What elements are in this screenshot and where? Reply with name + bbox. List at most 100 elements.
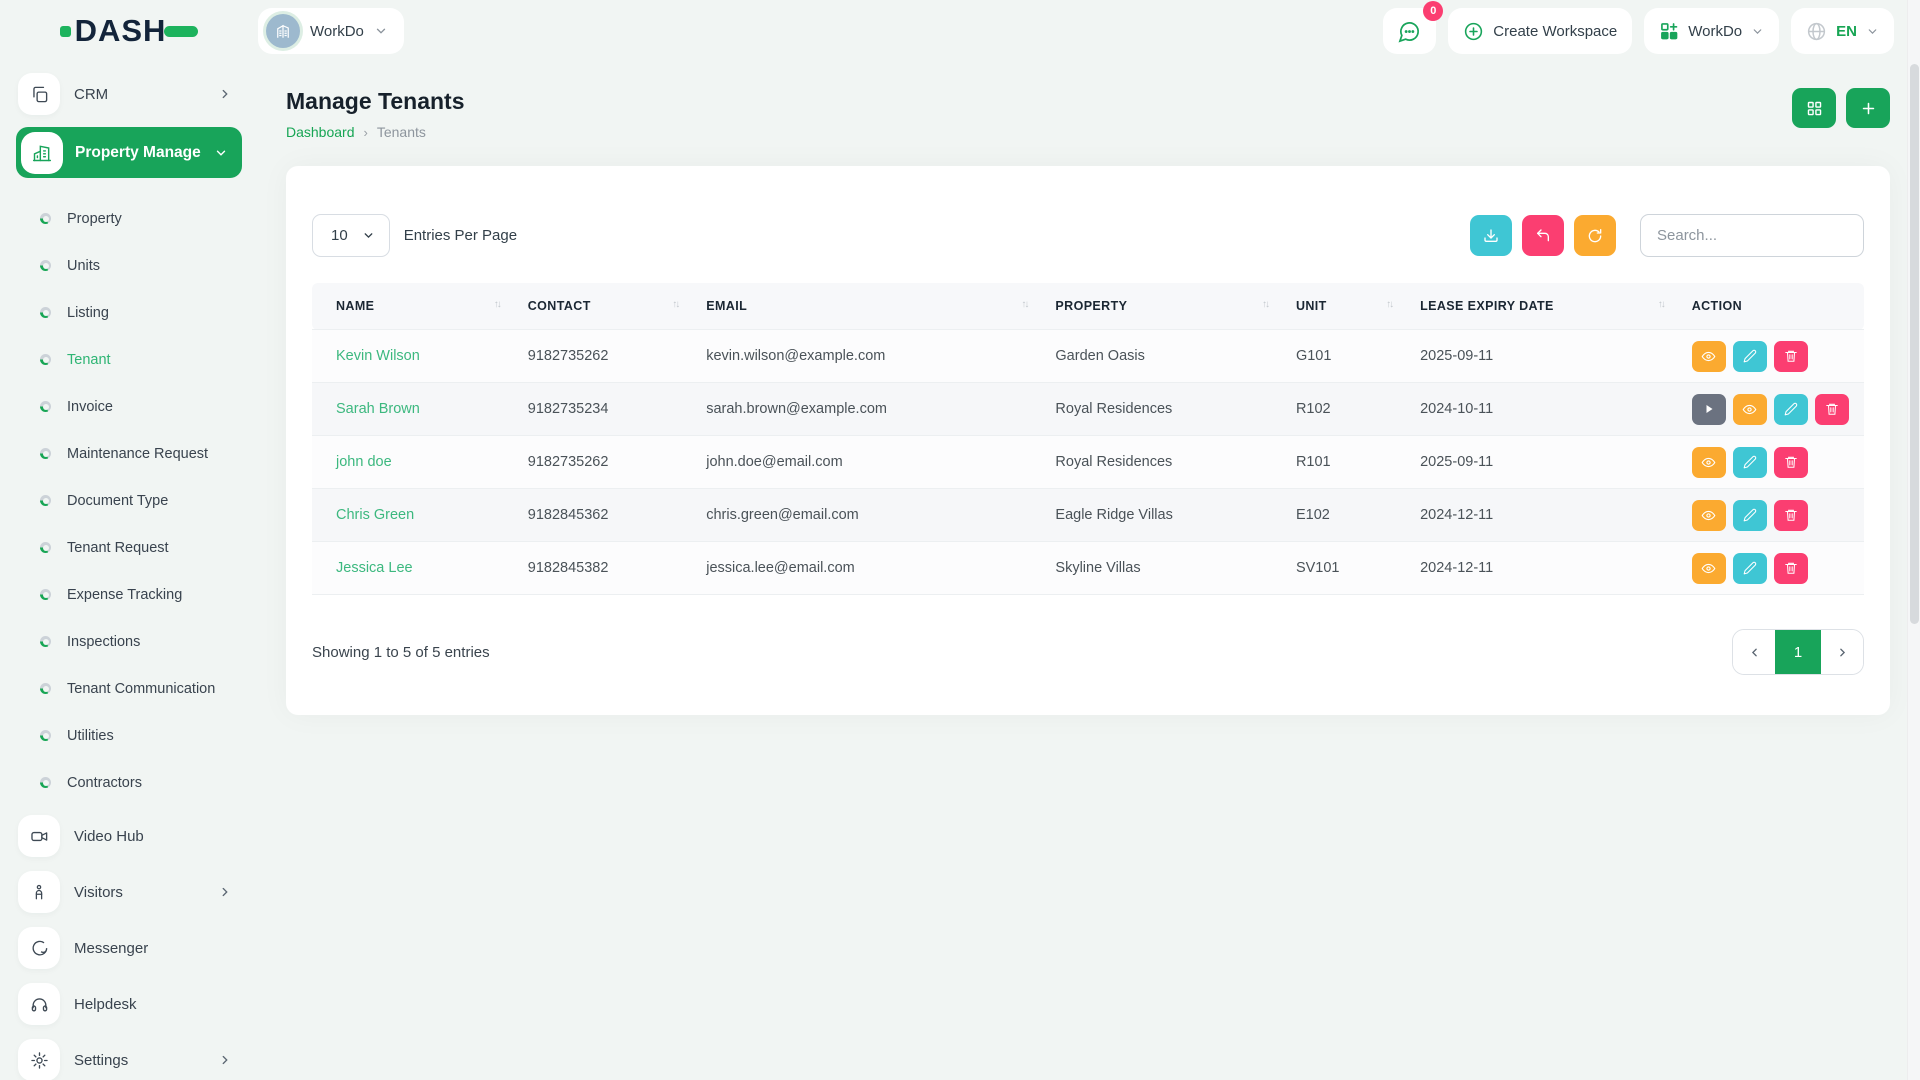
sort-icon[interactable]: ↑↓ — [672, 299, 678, 310]
edit-button[interactable] — [1774, 394, 1808, 425]
entries-per-page-value: 10 — [331, 227, 348, 244]
delete-button[interactable] — [1774, 447, 1808, 478]
table-row: Kevin Wilson 9182735262 kevin.wilson@exa… — [312, 330, 1864, 383]
table-row: Chris Green 9182845362 chris.green@email… — [312, 489, 1864, 542]
workspace-avatar — [266, 14, 300, 48]
sidebar-item-helpdesk[interactable]: Helpdesk — [16, 976, 242, 1032]
column-header-lease-expiry[interactable]: LEASE EXPIRY DATE↑↓ — [1406, 283, 1678, 330]
edit-button[interactable] — [1733, 553, 1767, 584]
table-row: john doe 9182735262 john.doe@email.com R… — [312, 436, 1864, 489]
undo-button[interactable] — [1522, 215, 1564, 256]
sidebar-item-invoice[interactable]: Invoice — [16, 383, 242, 430]
page-title: Manage Tenants — [286, 88, 465, 115]
sidebar-item-label: Tenant — [67, 352, 111, 368]
logo-dash-icon — [60, 26, 71, 37]
breadcrumb-dashboard[interactable]: Dashboard — [286, 124, 355, 140]
sidebar-item-label: Video Hub — [74, 828, 144, 845]
sidebar-item-expense-tracking[interactable]: Expense Tracking — [16, 571, 242, 618]
scrollbar[interactable] — [1907, 0, 1920, 1080]
sidebar-item-tenant-communication[interactable]: Tenant Communication — [16, 665, 242, 712]
add-tenant-button[interactable] — [1846, 88, 1890, 128]
entries-per-page-select[interactable]: 10 — [312, 214, 390, 257]
view-button[interactable] — [1692, 553, 1726, 584]
workspace-switcher[interactable]: WorkDo — [258, 8, 404, 54]
eye-icon — [1701, 455, 1716, 470]
export-button[interactable] — [1470, 215, 1512, 256]
top-bar: DASH WorkDo 0 Create Workspace — [0, 0, 1920, 62]
tenant-name-link[interactable]: Kevin Wilson — [336, 348, 420, 364]
chevron-right-icon — [218, 1053, 232, 1067]
sort-icon[interactable]: ↑↓ — [1386, 299, 1392, 310]
view-button[interactable] — [1692, 341, 1726, 372]
sidebar-item-settings[interactable]: Settings — [16, 1032, 242, 1080]
tenant-unit: SV101 — [1282, 542, 1406, 595]
create-workspace-button[interactable]: Create Workspace — [1448, 8, 1632, 54]
trash-icon — [1784, 455, 1798, 469]
move-in-button[interactable] — [1692, 394, 1726, 425]
breadcrumb-separator: › — [364, 125, 368, 140]
sidebar-item-inspections[interactable]: Inspections — [16, 618, 242, 665]
tenant-email: kevin.wilson@example.com — [692, 330, 1041, 383]
column-header-name[interactable]: NAME↑↓ — [312, 283, 514, 330]
delete-button[interactable] — [1815, 394, 1849, 425]
page-number-button[interactable]: 1 — [1775, 630, 1821, 674]
sort-icon[interactable]: ↑↓ — [494, 299, 500, 310]
tenant-lease-expiry: 2025-09-11 — [1406, 330, 1678, 383]
create-workspace-label: Create Workspace — [1493, 23, 1617, 40]
app-logo[interactable]: DASH — [0, 13, 258, 49]
messages-button[interactable]: 0 — [1383, 8, 1436, 54]
sidebar-item-visitors[interactable]: Visitors — [16, 864, 242, 920]
pencil-icon — [1743, 455, 1757, 469]
sidebar-item-utilities[interactable]: Utilities — [16, 712, 242, 759]
delete-button[interactable] — [1774, 341, 1808, 372]
tenant-name-link[interactable]: Chris Green — [336, 507, 414, 523]
edit-button[interactable] — [1733, 500, 1767, 531]
sidebar-item-contractors[interactable]: Contractors — [16, 759, 242, 806]
trash-icon — [1784, 508, 1798, 522]
view-button[interactable] — [1692, 500, 1726, 531]
edit-button[interactable] — [1733, 447, 1767, 478]
sidebar-group-property-manage[interactable]: Property Manage — [16, 127, 242, 178]
delete-button[interactable] — [1774, 500, 1808, 531]
view-button[interactable] — [1733, 394, 1767, 425]
sidebar-item-tenant-request[interactable]: Tenant Request — [16, 524, 242, 571]
sidebar-item-label: CRM — [74, 86, 108, 103]
scrollbar-thumb[interactable] — [1910, 64, 1919, 624]
sidebar-item-property[interactable]: Property — [16, 195, 242, 242]
sidebar-item-maintenance-request[interactable]: Maintenance Request — [16, 430, 242, 477]
column-header-unit[interactable]: UNIT↑↓ — [1282, 283, 1406, 330]
sidebar-item-tenant[interactable]: Tenant — [16, 336, 242, 383]
sort-icon[interactable]: ↑↓ — [1262, 299, 1268, 310]
column-header-contact[interactable]: CONTACT↑↓ — [514, 283, 692, 330]
search-input[interactable] — [1640, 214, 1864, 257]
tenant-lease-expiry: 2025-09-11 — [1406, 436, 1678, 489]
refresh-button[interactable] — [1574, 215, 1616, 256]
view-button[interactable] — [1692, 447, 1726, 478]
sidebar-item-messenger[interactable]: Messenger — [16, 920, 242, 976]
tenant-property: Royal Residences — [1041, 383, 1282, 436]
sort-icon[interactable]: ↑↓ — [1021, 299, 1027, 310]
grid-view-button[interactable] — [1792, 88, 1836, 128]
bullet-icon — [40, 683, 51, 694]
grid-plus-icon — [1659, 21, 1679, 41]
sidebar-item-document-type[interactable]: Document Type — [16, 477, 242, 524]
chevron-down-icon — [374, 24, 388, 38]
sidebar-item-listing[interactable]: Listing — [16, 289, 242, 336]
edit-button[interactable] — [1733, 341, 1767, 372]
column-header-email[interactable]: EMAIL↑↓ — [692, 283, 1041, 330]
sidebar-item-video-hub[interactable]: Video Hub — [16, 808, 242, 864]
column-header-property[interactable]: PROPERTY↑↓ — [1041, 283, 1282, 330]
sidebar-item-units[interactable]: Units — [16, 242, 242, 289]
sort-icon[interactable]: ↑↓ — [1658, 299, 1664, 310]
next-page-button[interactable] — [1821, 630, 1863, 674]
tenant-name-link[interactable]: john doe — [336, 454, 392, 470]
grid-icon — [1806, 100, 1823, 117]
delete-button[interactable] — [1774, 553, 1808, 584]
tenant-name-link[interactable]: Jessica Lee — [336, 560, 413, 576]
language-selector[interactable]: EN — [1791, 8, 1894, 54]
previous-page-button[interactable] — [1733, 630, 1775, 674]
sidebar-item-crm[interactable]: CRM — [16, 72, 242, 116]
tenant-name-link[interactable]: Sarah Brown — [336, 401, 420, 417]
workdo-menu-button[interactable]: WorkDo — [1644, 8, 1779, 54]
copy-icon — [18, 73, 60, 115]
